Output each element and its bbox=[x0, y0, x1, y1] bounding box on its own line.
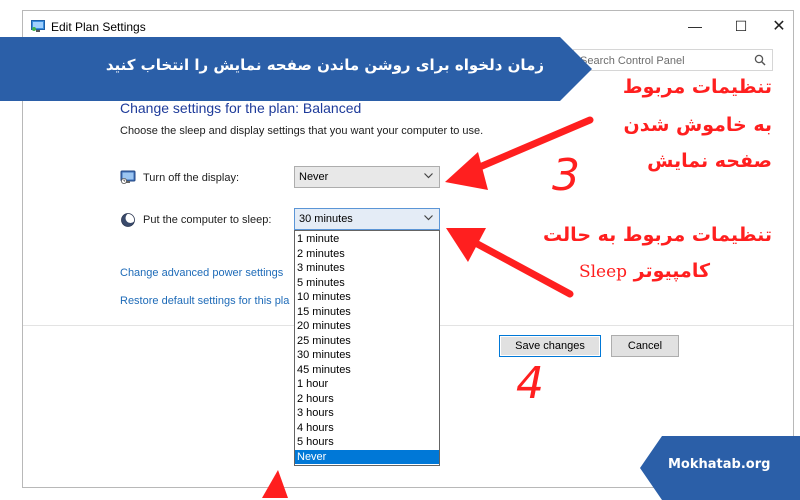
minimize-icon: — bbox=[688, 18, 702, 34]
advanced-power-settings-link[interactable]: Change advanced power settings bbox=[120, 267, 283, 279]
monitor-icon bbox=[120, 170, 136, 184]
dropdown-option[interactable]: 3 hours bbox=[295, 406, 439, 421]
chevron-down-icon bbox=[424, 215, 433, 221]
display-label: Turn off the display: bbox=[143, 172, 239, 184]
maximize-button[interactable]: ☐ bbox=[721, 13, 761, 39]
cancel-button[interactable]: Cancel bbox=[611, 335, 679, 357]
display-annotation-line1: تنظیمات مربوط bbox=[622, 76, 772, 98]
display-annotation-line3: صفحه نمایش bbox=[647, 150, 772, 172]
page-heading: Change settings for the plan: Balanced bbox=[120, 100, 362, 116]
sleep-annotation-persian: کامپیوتر bbox=[633, 260, 710, 282]
maximize-icon: ☐ bbox=[734, 17, 748, 34]
dropdown-option[interactable]: 4 hours bbox=[295, 421, 439, 436]
screenshot-stage: Edit Plan Settings — ☐ ✕ Change settings… bbox=[0, 0, 800, 500]
display-timeout-value: Never bbox=[299, 171, 329, 183]
dropdown-option[interactable]: 2 hours bbox=[295, 392, 439, 407]
search-input[interactable] bbox=[580, 53, 750, 69]
minimize-button[interactable]: — bbox=[675, 13, 715, 39]
dropdown-option[interactable]: 3 minutes bbox=[295, 261, 439, 276]
close-icon: ✕ bbox=[772, 18, 786, 35]
close-button[interactable]: ✕ bbox=[759, 13, 799, 39]
control-panel-app-icon bbox=[31, 20, 45, 32]
dropdown-option[interactable]: 1 hour bbox=[295, 377, 439, 392]
dropdown-option[interactable]: 30 minutes bbox=[295, 348, 439, 363]
display-timeout-select[interactable]: Never bbox=[294, 166, 440, 188]
moon-icon bbox=[121, 213, 136, 227]
sleep-annotation-latin: Sleep bbox=[578, 262, 628, 282]
dropdown-option[interactable]: 15 minutes bbox=[295, 305, 439, 320]
window-title: Edit Plan Settings bbox=[51, 20, 146, 34]
dropdown-option[interactable]: Never bbox=[295, 449, 439, 464]
save-changes-button[interactable]: Save changes bbox=[499, 335, 601, 357]
site-banner-text: Mokhatab.org bbox=[668, 457, 771, 472]
sleep-timeout-value: 30 minutes bbox=[299, 213, 353, 225]
restore-defaults-link[interactable]: Restore default settings for this pla bbox=[120, 295, 289, 307]
sleep-timeout-dropdown-list[interactable]: 1 minute 2 minutes 3 minutes 5 minutes 10 mi… bbox=[294, 230, 440, 466]
dropdown-option[interactable]: 25 minutes bbox=[295, 334, 439, 349]
sleep-annotation-line2: کامپیوتر Sleep bbox=[540, 260, 710, 282]
page-description: Choose the sleep and display settings th… bbox=[120, 125, 484, 137]
step-three-marker: 3 bbox=[552, 150, 580, 201]
display-annotation-line2: به خاموش شدن bbox=[623, 114, 772, 136]
dropdown-option[interactable]: 5 minutes bbox=[295, 276, 439, 291]
chevron-down-icon bbox=[424, 173, 433, 179]
dropdown-option[interactable]: 20 minutes bbox=[295, 319, 439, 334]
sleep-annotation-line1: تنظیمات مربوط به حالت bbox=[542, 224, 772, 246]
dropdown-option[interactable]: 1 minute bbox=[295, 232, 439, 247]
search-icon[interactable] bbox=[754, 54, 766, 66]
sleep-label: Put the computer to sleep: bbox=[143, 214, 272, 226]
search-box[interactable] bbox=[573, 49, 773, 71]
dropdown-option[interactable]: 2 minutes bbox=[295, 247, 439, 262]
step-four-marker: 4 bbox=[516, 358, 544, 409]
instruction-banner-text: زمان دلخواه برای روشن ماندن صفحه نمایش ر… bbox=[105, 56, 544, 74]
dropdown-option[interactable]: 10 minutes bbox=[295, 290, 439, 305]
dropdown-option[interactable]: 45 minutes bbox=[295, 363, 439, 378]
dropdown-option[interactable]: 5 hours bbox=[295, 435, 439, 450]
sleep-timeout-select[interactable]: 30 minutes bbox=[294, 208, 440, 230]
